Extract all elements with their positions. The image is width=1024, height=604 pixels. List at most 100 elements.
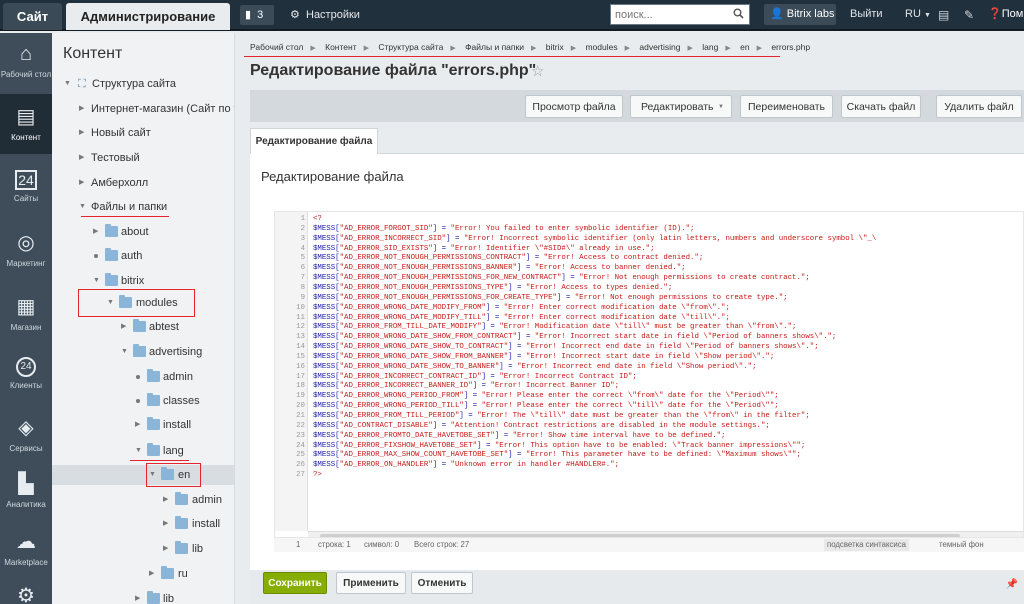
tree-item-folder[interactable]: ▶ about	[52, 222, 234, 242]
apply-button[interactable]: Применить	[336, 572, 406, 594]
tab-site[interactable]: Сайт	[3, 3, 62, 30]
tree-item-folder[interactable]: ▶ install	[52, 514, 234, 534]
chevron-right-icon[interactable]: ▶	[79, 99, 84, 119]
breadcrumb-item[interactable]: Рабочий стол	[250, 42, 303, 52]
nav-sites[interactable]: 24 Сайты	[0, 158, 52, 218]
gear-icon: ⚙	[17, 585, 35, 604]
breadcrumb-item[interactable]: Структура сайта	[378, 42, 443, 52]
chevron-down-icon[interactable]: ▼	[79, 197, 86, 217]
bell-icon: ▮	[245, 9, 252, 21]
chevron-right-icon: ▶	[570, 45, 577, 52]
logout-link[interactable]: Выйти	[850, 4, 883, 25]
chevron-right-icon[interactable]: ▶	[79, 173, 84, 193]
nav-marketing[interactable]: ◎ Маркетинг	[0, 220, 52, 280]
tree-item-folder-selected[interactable]: ▼ en	[52, 465, 234, 485]
nav-analytics[interactable]: ▙ Аналитика	[0, 461, 52, 521]
folder-icon	[105, 224, 118, 237]
tree-item-folder[interactable]: ▶ abtest	[52, 317, 234, 337]
rename-button[interactable]: Переименовать	[740, 95, 833, 118]
chevron-down-icon[interactable]: ▼	[93, 271, 100, 291]
chevron-down-icon[interactable]: ▼	[121, 342, 128, 362]
line-number: 20	[296, 402, 305, 411]
tree-item[interactable]: ▶ Амберхолл	[52, 173, 234, 193]
folder-icon	[133, 319, 146, 332]
chevron-right-icon[interactable]: ▶	[79, 123, 84, 143]
search-input[interactable]	[611, 5, 729, 24]
code-line: $MESS["AD_ERROR_WRONG_DATE_MODIFY_FROM"]…	[313, 303, 730, 312]
view-file-button[interactable]: Просмотр файла	[525, 95, 623, 118]
chevron-down-icon: ▼	[718, 104, 724, 110]
breadcrumb-item[interactable]: modules	[585, 42, 617, 52]
nav-content[interactable]: ▤ Контент	[0, 94, 52, 154]
nav-shop[interactable]: ▦ Магазин	[0, 284, 52, 344]
tree-item-folder[interactable]: ▶ admin	[52, 490, 234, 510]
notifications-button[interactable]: ▮ 3	[240, 5, 274, 25]
user-name: Bitrix labs	[786, 8, 835, 20]
line-number: 4	[300, 244, 305, 253]
tree-item-folder[interactable]: classes	[52, 391, 234, 411]
tree-item[interactable]: ▶ Тестовый	[52, 148, 234, 168]
settings-button[interactable]: ⚙ Настройки	[290, 5, 360, 25]
help-link[interactable]: ❓Пом	[988, 4, 1023, 25]
tree-item[interactable]: ▶ Новый сайт	[52, 123, 234, 143]
nav-services[interactable]: ◈ Сервисы	[0, 405, 52, 465]
tab-admin[interactable]: Администрирование	[66, 3, 230, 30]
line-number: 11	[296, 313, 305, 322]
breadcrumb-item[interactable]: lang	[702, 42, 718, 52]
document-icon: ▤	[16, 106, 36, 128]
tree-item-folder[interactable]: admin	[52, 367, 234, 387]
syntax-highlight-toggle[interactable]: подсветка синтаксиса	[824, 539, 909, 551]
cancel-button[interactable]: Отменить	[411, 572, 473, 594]
nav-clients[interactable]: 24 Клиенты	[0, 345, 52, 405]
chevron-right-icon[interactable]: ▶	[135, 589, 140, 604]
download-file-button[interactable]: Скачать файл	[841, 95, 921, 118]
delete-file-button[interactable]: Удалить файл	[936, 95, 1022, 118]
annotation-underline	[130, 460, 189, 461]
breadcrumb-item[interactable]: bitrix	[546, 42, 564, 52]
edit-dropdown-button[interactable]: Редактировать ▼	[630, 95, 732, 118]
tree-item-folder[interactable]: ▶ install	[52, 415, 234, 435]
nav-settings[interactable]: ⚙	[0, 573, 52, 604]
chevron-right-icon[interactable]: ▶	[121, 317, 126, 337]
dark-theme-toggle[interactable]: темный фон	[939, 538, 984, 552]
code-line: $MESS["AD_ERROR_NOT_ENOUGH_PERMISSIONS_C…	[313, 254, 704, 263]
chevron-right-icon[interactable]: ▶	[79, 148, 84, 168]
chevron-right-icon[interactable]: ▶	[163, 514, 168, 534]
tree-item-folder[interactable]: ▼ advertising	[52, 342, 234, 362]
tree-item[interactable]: ▶Интернет-магазин (Сайт по умолча	[52, 99, 234, 119]
tree-item-folder[interactable]: ▶ lib	[52, 589, 234, 604]
breadcrumb-item[interactable]: Контент	[325, 42, 357, 52]
chevron-right-icon[interactable]: ▶	[93, 222, 98, 242]
tab-strip: Редактирование файла	[250, 128, 1024, 155]
search-icon[interactable]	[733, 8, 744, 22]
search-box[interactable]	[610, 4, 750, 25]
chevron-right-icon[interactable]: ▶	[135, 415, 140, 435]
tab-edit-file[interactable]: Редактирование файла	[250, 128, 378, 155]
tree-item-site-structure[interactable]: ▼ ⛶ Структура сайта	[52, 74, 234, 94]
chevron-right-icon[interactable]: ▶	[163, 539, 168, 559]
pin-icon[interactable]: 📌	[1006, 579, 1018, 590]
chevron-down-icon[interactable]: ▼	[64, 74, 71, 94]
tree-item-folder[interactable]: ▶ ru	[52, 564, 234, 584]
tree-item-folder[interactable]: ▼ lang	[52, 441, 234, 461]
language-selector[interactable]: RU ▼	[905, 4, 931, 26]
save-button[interactable]: Сохранить	[263, 572, 327, 594]
user-button[interactable]: 👤 Bitrix labs	[764, 4, 836, 25]
tree-item-files-folders[interactable]: ▼ Файлы и папки	[52, 197, 234, 217]
chevron-right-icon[interactable]: ▶	[163, 490, 168, 510]
nav-marketplace[interactable]: ☁ Marketplace	[0, 519, 52, 579]
breadcrumb-item[interactable]: en	[740, 42, 749, 52]
chevron-right-icon[interactable]: ▶	[149, 564, 154, 584]
code-editor[interactable]: 1 2 3 4 5 6 7 8 9 10 11 12 13 14 15 16 17 18 19 20 21 22 23 24 2…	[274, 211, 1024, 551]
pin-icon[interactable]: ✎	[964, 8, 974, 22]
tree-item-folder[interactable]: auth	[52, 246, 234, 266]
tree-item-folder[interactable]: ▶ lib	[52, 539, 234, 559]
settings-label: Настройки	[306, 9, 360, 21]
star-icon[interactable]: ☆	[531, 62, 544, 80]
window-icon[interactable]: ▤	[938, 8, 949, 22]
chevron-down-icon[interactable]: ▼	[135, 441, 142, 461]
breadcrumb-item[interactable]: advertising	[639, 42, 680, 52]
breadcrumb-item[interactable]: Файлы и папки	[465, 42, 524, 52]
nav-desktop[interactable]: ⌂ Рабочий стол	[0, 33, 52, 93]
tree-item-folder[interactable]: ▼ bitrix	[52, 271, 234, 291]
